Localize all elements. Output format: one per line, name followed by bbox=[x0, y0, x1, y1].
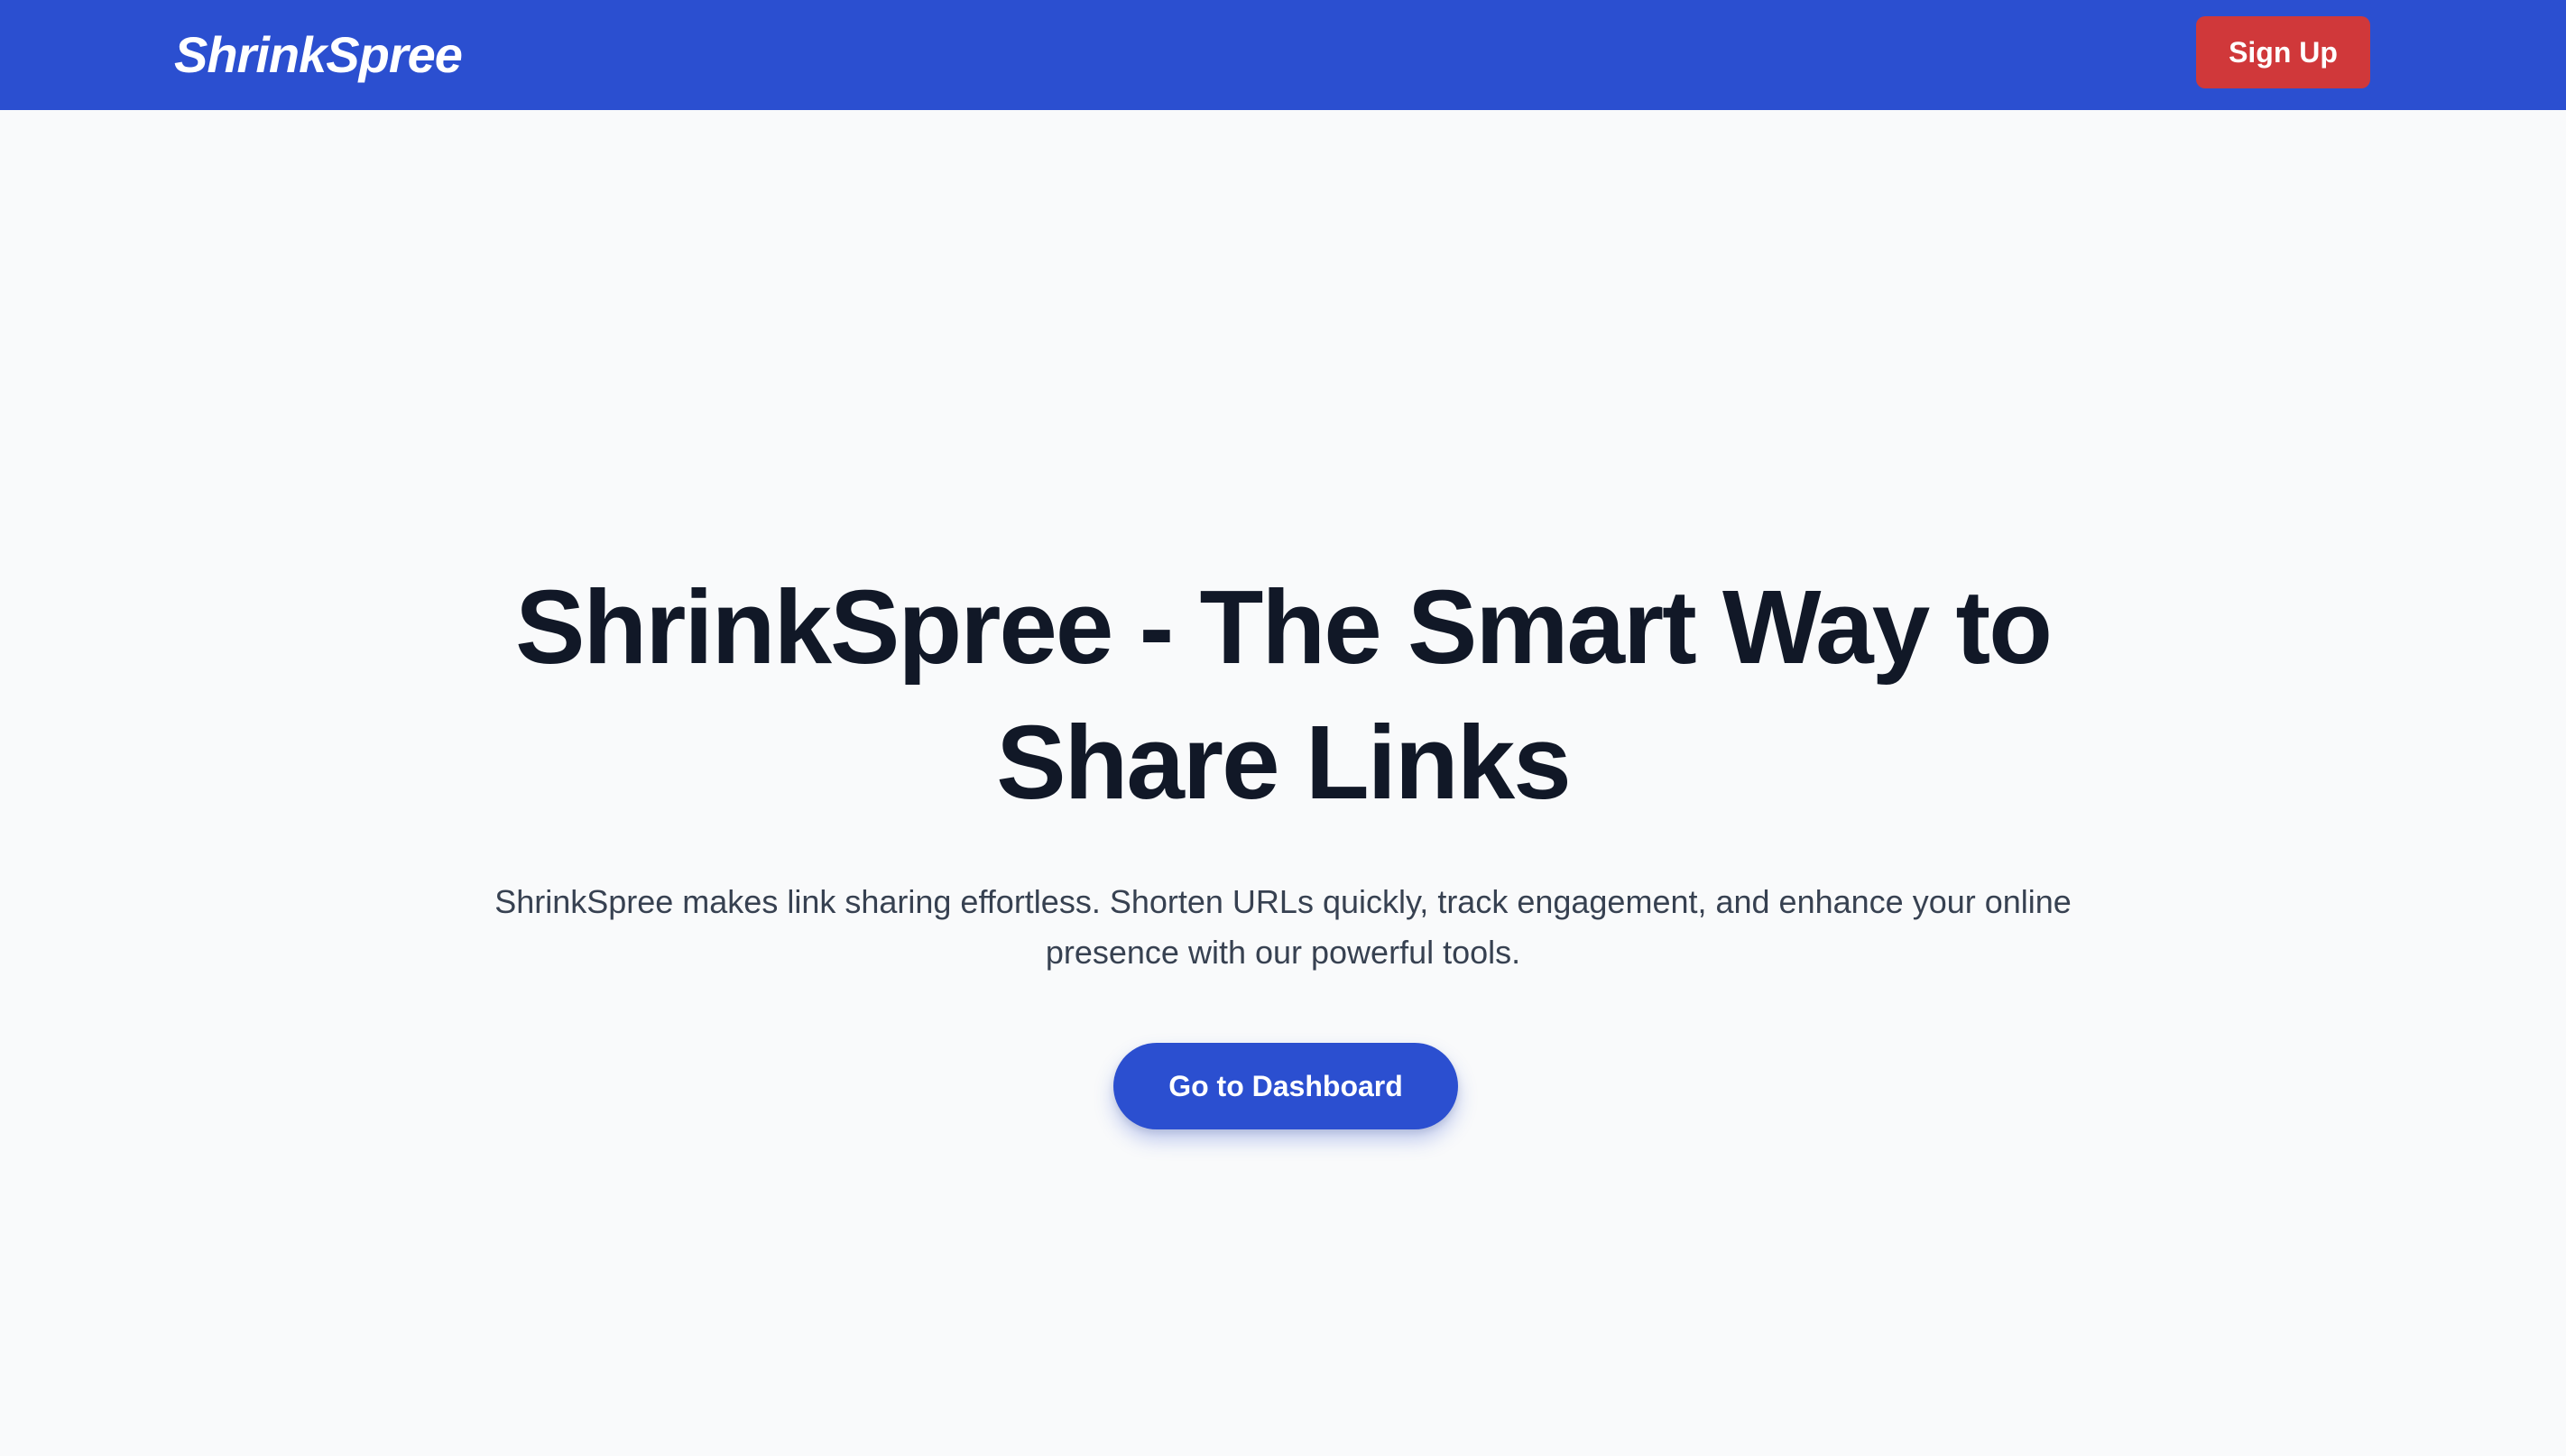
top-navbar: ShrinkSpree Sign Up bbox=[0, 0, 2566, 110]
hero-subtitle: ShrinkSpree makes link sharing effortles… bbox=[494, 883, 2072, 971]
go-to-dashboard-button[interactable]: Go to Dashboard bbox=[1113, 1043, 1458, 1129]
hero-title: ShrinkSpree - The Smart Way to Share Lin… bbox=[515, 568, 2053, 821]
hero-content: ShrinkSpree - The Smart Way to Share Lin… bbox=[381, 559, 2185, 978]
sign-up-button[interactable]: Sign Up bbox=[2196, 16, 2370, 88]
brand-logo[interactable]: ShrinkSpree bbox=[174, 20, 463, 90]
